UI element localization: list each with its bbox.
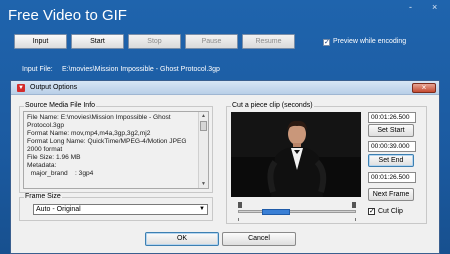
scroll-up-icon[interactable]: ▲ (201, 113, 206, 119)
source-info-scrollbar[interactable]: ▲ ▼ (198, 112, 208, 188)
end-time-field[interactable]: 00:01:26.500 (368, 172, 416, 183)
app-title: Free Video to GIF (8, 7, 127, 24)
video-preview (231, 112, 361, 197)
dialog-titlebar: ▼ Output Options × (11, 81, 439, 95)
source-info-line: File Size: 1.96 MB (27, 154, 81, 161)
ok-button[interactable]: OK (145, 232, 219, 246)
cut-clip-label: Cut Clip (378, 208, 403, 215)
pause-button[interactable]: Pause (185, 34, 238, 49)
input-file-path: E:\movies\Mission Impossible - Ghost Pro… (62, 66, 220, 73)
duration-time-field[interactable]: 00:00:39.000 (368, 141, 416, 152)
clip-slider-ticks (238, 218, 356, 221)
source-info-line: Format Name: mov,mp4,m4a,3gp,3g2,mj2 (27, 130, 151, 137)
source-info-line: File Name: E:\movies\Mission Impossible … (27, 114, 171, 121)
set-start-button[interactable]: Set Start (368, 124, 414, 137)
source-info-line: Format Long Name: QuickTime/MPEG-4/Motio… (27, 138, 187, 145)
dialog-close-icon[interactable]: × (412, 83, 436, 93)
preview-label: Preview while encoding (333, 38, 407, 45)
cancel-button[interactable]: Cancel (222, 232, 296, 246)
start-time-field[interactable]: 00:01:26.500 (368, 112, 416, 123)
app-logo-icon: ▼ (17, 84, 25, 92)
input-file-label: Input File: (22, 66, 53, 73)
source-info-textbox[interactable]: File Name: E:\movies\Mission Impossible … (23, 111, 209, 189)
preview-checkbox[interactable]: ✓ (323, 39, 330, 46)
close-window-icon[interactable]: × (432, 2, 437, 12)
set-end-button[interactable]: Set End (368, 154, 414, 167)
frame-size-value: Auto - Original (36, 206, 81, 213)
start-button[interactable]: Start (71, 34, 124, 49)
source-info-line: 2000 format (27, 146, 63, 153)
video-frame-image (231, 112, 361, 197)
clip-slider-track[interactable] (238, 210, 356, 213)
cut-clip-checkbox[interactable]: ✓ (368, 208, 375, 215)
source-info-line: major_brand : 3gp4 (27, 170, 94, 177)
stop-button[interactable]: Stop (128, 34, 181, 49)
frame-size-group-title: Frame Size (24, 193, 62, 200)
chevron-down-icon[interactable]: ▼ (199, 205, 205, 214)
input-button[interactable]: Input (14, 34, 67, 49)
minimize-icon[interactable]: - (409, 2, 412, 12)
clip-slider-selection[interactable] (262, 209, 290, 215)
next-frame-button[interactable]: Next Frame (368, 188, 414, 201)
source-info-group-title: Source Media File Info (24, 102, 97, 109)
slider-end-handle[interactable] (352, 202, 356, 208)
scroll-thumb[interactable] (200, 121, 207, 131)
source-info-line: Protocol.3gp (27, 122, 65, 129)
slider-start-handle[interactable] (238, 202, 242, 208)
resume-button[interactable]: Resume (242, 34, 295, 49)
scroll-down-icon[interactable]: ▼ (201, 181, 206, 187)
cut-clip-group-title: Cut a piece clip (seconds) (231, 102, 314, 109)
frame-size-select[interactable]: Auto - Original ▼ (33, 204, 208, 215)
source-info-line: Metadata: (27, 162, 57, 169)
dialog-title: Output Options (30, 84, 78, 91)
